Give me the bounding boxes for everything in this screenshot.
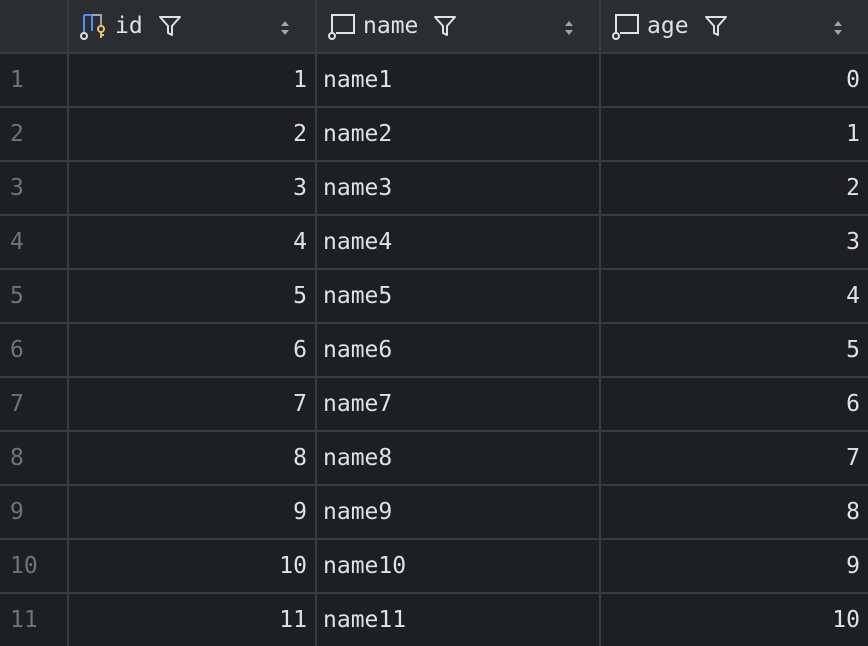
cell-name[interactable]: name2 — [317, 108, 601, 160]
table-row[interactable]: 10 10 name10 9 — [0, 540, 868, 594]
cell-age[interactable]: 8 — [601, 486, 868, 538]
cell-age[interactable]: 2 — [601, 162, 868, 214]
table-row[interactable]: 9 9 name9 8 — [0, 486, 868, 540]
table-row[interactable]: 5 5 name5 4 — [0, 270, 868, 324]
cell-id[interactable]: 4 — [69, 216, 317, 268]
filter-icon[interactable] — [703, 13, 729, 39]
cell-id[interactable]: 11 — [69, 594, 317, 646]
cell-age[interactable]: 10 — [601, 594, 868, 646]
table-row[interactable]: 8 8 name8 7 — [0, 432, 868, 486]
grid-header: id name age — [0, 0, 868, 54]
row-number: 4 — [0, 216, 69, 268]
cell-name[interactable]: name9 — [317, 486, 601, 538]
cell-age[interactable]: 3 — [601, 216, 868, 268]
row-number: 6 — [0, 324, 69, 376]
row-number: 11 — [0, 594, 69, 646]
column-label-name: name — [363, 13, 419, 39]
cell-name[interactable]: name4 — [317, 216, 601, 268]
column-header-name[interactable]: name — [317, 0, 601, 52]
cell-name[interactable]: name7 — [317, 378, 601, 430]
table-row[interactable]: 7 7 name7 6 — [0, 378, 868, 432]
cell-name[interactable]: name11 — [317, 594, 601, 646]
sort-icon[interactable] — [832, 18, 844, 38]
cell-name[interactable]: name6 — [317, 324, 601, 376]
filter-icon[interactable] — [157, 13, 183, 39]
cell-id[interactable]: 9 — [69, 486, 317, 538]
row-number: 3 — [0, 162, 69, 214]
cell-age[interactable]: 6 — [601, 378, 868, 430]
column-label-id: id — [115, 13, 143, 39]
key-column-icon — [80, 14, 105, 40]
column-label-age: age — [647, 13, 689, 39]
cell-name[interactable]: name10 — [317, 540, 601, 592]
data-grid: id name age 1 1 name1 0 2 2 name2 1 3 3 … — [0, 0, 868, 646]
cell-age[interactable]: 9 — [601, 540, 868, 592]
row-number: 9 — [0, 486, 69, 538]
column-icon — [328, 14, 355, 40]
cell-id[interactable]: 1 — [69, 54, 317, 106]
cell-name[interactable]: name3 — [317, 162, 601, 214]
table-row[interactable]: 6 6 name6 5 — [0, 324, 868, 378]
cell-age[interactable]: 4 — [601, 270, 868, 322]
filter-icon[interactable] — [432, 13, 458, 39]
table-row[interactable]: 11 11 name11 10 — [0, 594, 868, 646]
row-number: 7 — [0, 378, 69, 430]
row-number: 1 — [0, 54, 69, 106]
cell-name[interactable]: name8 — [317, 432, 601, 484]
row-number: 5 — [0, 270, 69, 322]
cell-age[interactable]: 5 — [601, 324, 868, 376]
cell-age[interactable]: 0 — [601, 54, 868, 106]
cell-id[interactable]: 5 — [69, 270, 317, 322]
cell-name[interactable]: name1 — [317, 54, 601, 106]
column-header-age[interactable]: age — [601, 0, 868, 52]
cell-name[interactable]: name5 — [317, 270, 601, 322]
cell-age[interactable]: 7 — [601, 432, 868, 484]
column-icon — [612, 14, 639, 40]
cell-id[interactable]: 7 — [69, 378, 317, 430]
cell-id[interactable]: 10 — [69, 540, 317, 592]
row-number: 2 — [0, 108, 69, 160]
table-row[interactable]: 4 4 name4 3 — [0, 216, 868, 270]
sort-icon[interactable] — [279, 18, 291, 38]
table-row[interactable]: 1 1 name1 0 — [0, 54, 868, 108]
table-row[interactable]: 3 3 name3 2 — [0, 162, 868, 216]
cell-id[interactable]: 2 — [69, 108, 317, 160]
cell-id[interactable]: 6 — [69, 324, 317, 376]
cell-id[interactable]: 3 — [69, 162, 317, 214]
row-number: 8 — [0, 432, 69, 484]
table-row[interactable]: 2 2 name2 1 — [0, 108, 868, 162]
cell-id[interactable]: 8 — [69, 432, 317, 484]
column-header-id[interactable]: id — [69, 0, 317, 52]
cell-age[interactable]: 1 — [601, 108, 868, 160]
row-number-header — [0, 0, 69, 52]
sort-icon[interactable] — [563, 18, 575, 38]
row-number: 10 — [0, 540, 69, 592]
